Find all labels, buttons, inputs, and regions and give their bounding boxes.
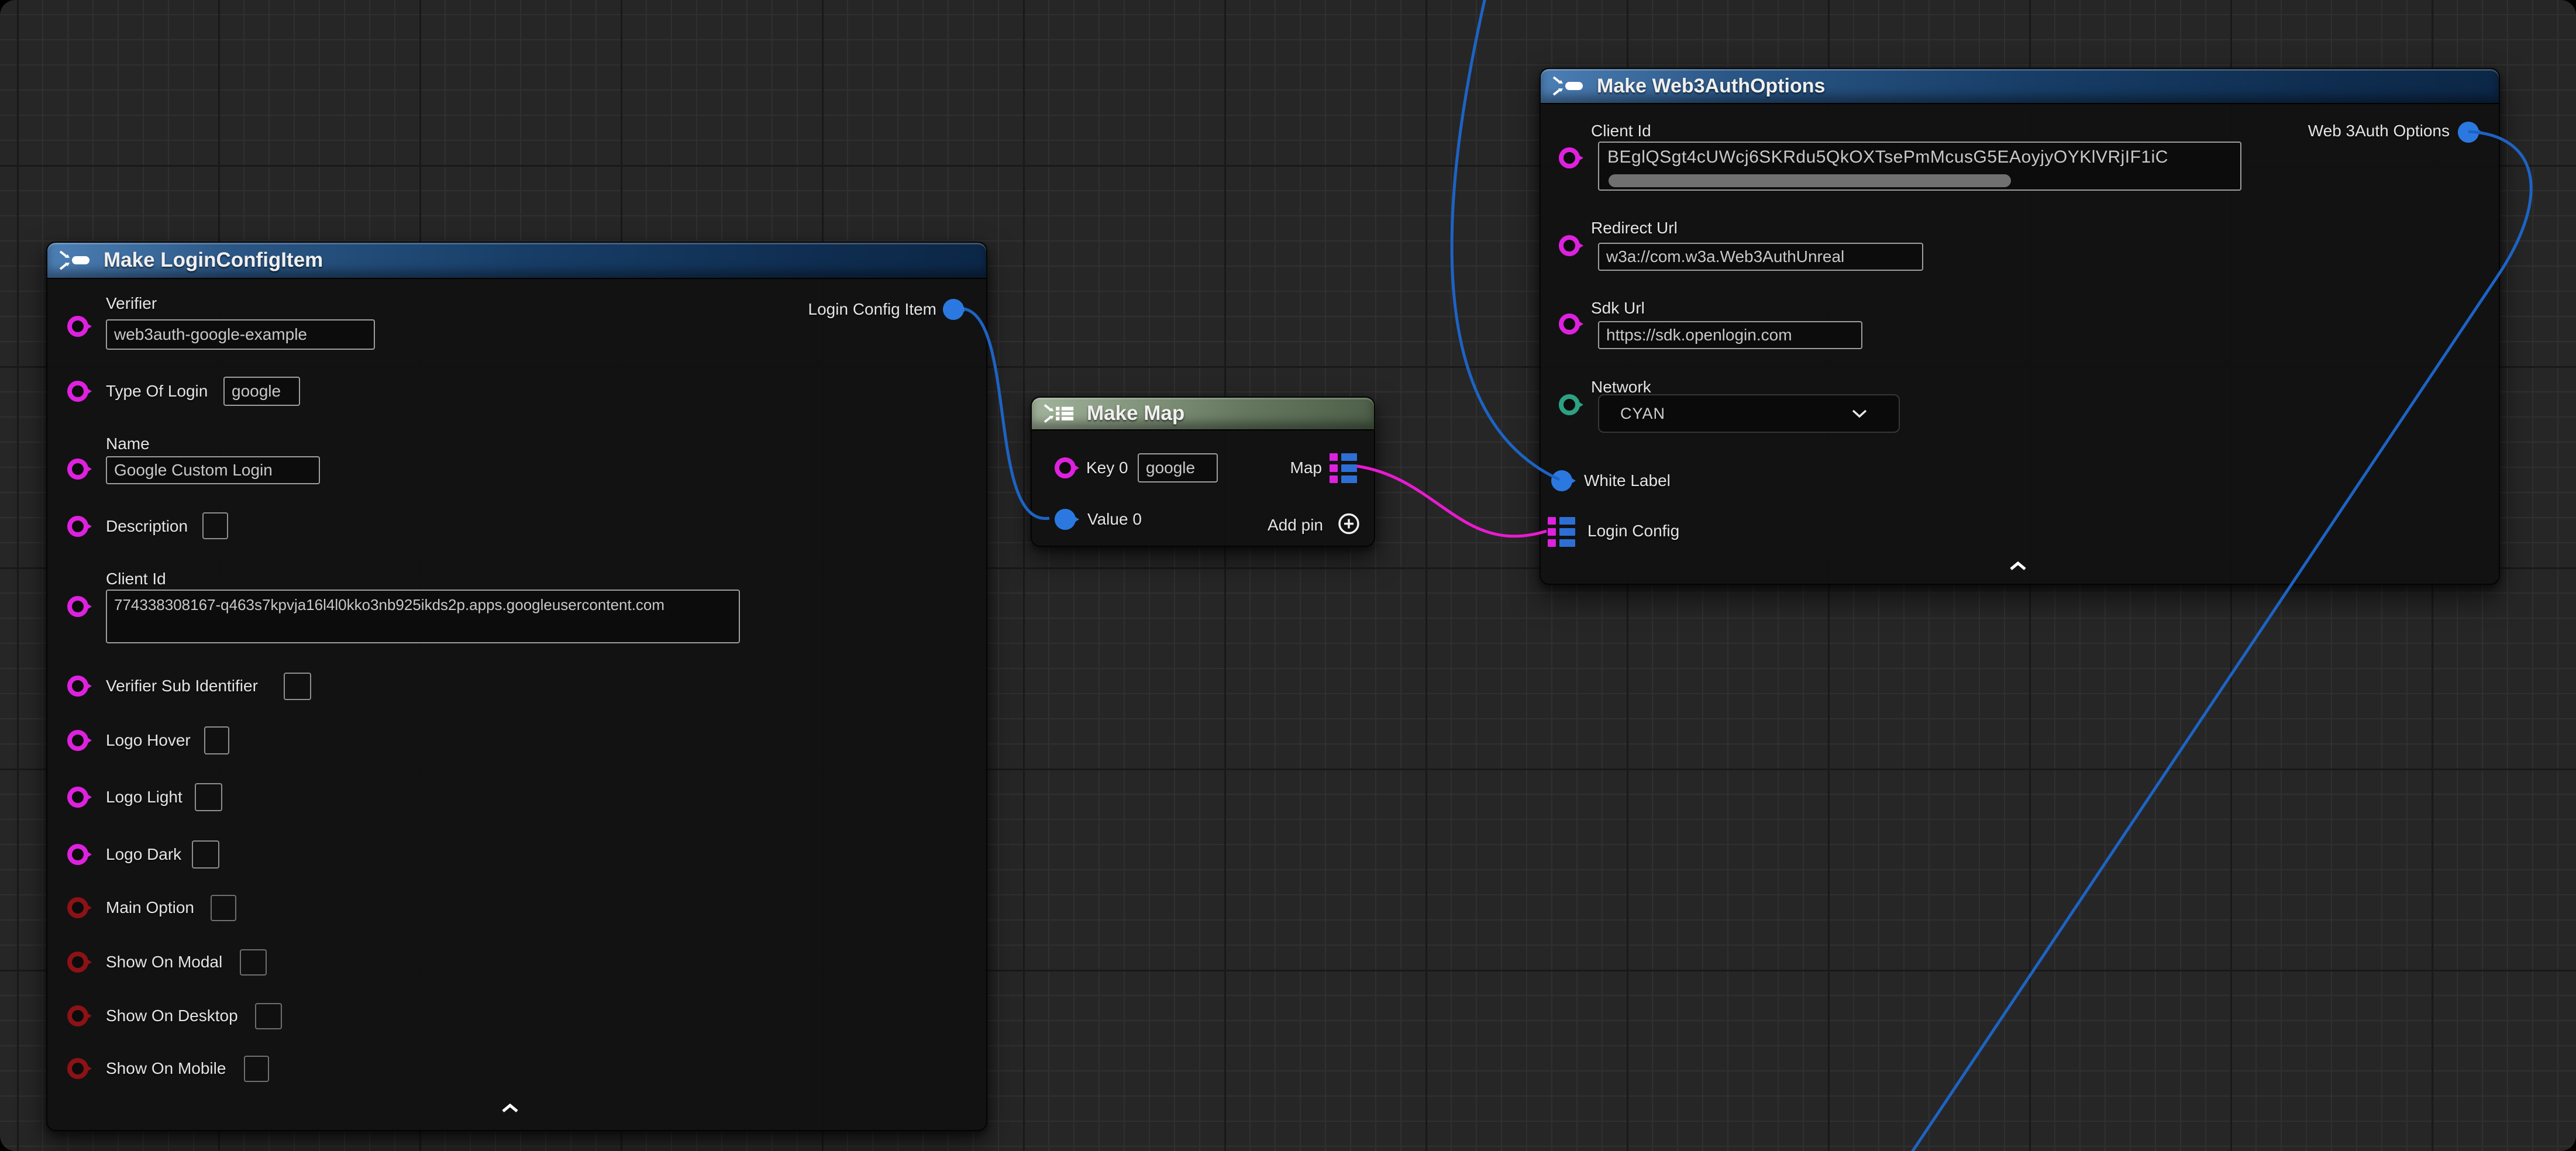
pin-label-verifier: Verifier [106,294,157,313]
pin-logo-dark[interactable] [67,844,88,865]
pin-label-logo-light: Logo Light [106,788,182,807]
verifier-sub-identifier-input[interactable] [284,673,311,700]
add-pin-button[interactable] [1337,512,1361,539]
make-struct-icon [1552,75,1585,97]
show-on-desktop-checkbox[interactable] [255,1003,282,1029]
client-id-text: BEglQSgt4cUWcj6SKRdu5QkOXTsePmMcusG5EAoy… [1607,147,2168,167]
blueprint-editor-screenshot: Make LoginConfigItem Login Config Item V… [0,0,2576,1151]
logo-light-input[interactable] [195,783,222,811]
client-id-input[interactable]: BEglQSgt4cUWcj6SKRdu5QkOXTsePmMcusG5EAoy… [1598,142,2241,191]
key-0-input[interactable]: google [1138,453,1218,483]
pin-show-on-modal[interactable] [67,952,88,973]
pin-label-value-0: Value 0 [1087,510,1142,529]
node-title: Make Web3AuthOptions [1597,75,1825,98]
pin-label-main-option: Main Option [106,898,194,917]
pin-label-white-label: White Label [1584,471,1671,490]
pin-client-id[interactable] [67,596,88,617]
make-map-icon [1044,402,1075,425]
node-make-loginconfigitem[interactable]: Make LoginConfigItem Login Config Item V… [46,242,987,1131]
output-label-login-config-item: Login Config Item [808,300,936,319]
pin-description[interactable] [67,516,88,537]
pin-name[interactable] [67,459,88,480]
blueprint-graph-canvas[interactable]: Make LoginConfigItem Login Config Item V… [0,0,2576,1151]
pin-redirect-url[interactable] [1559,235,1580,256]
pin-verifier[interactable] [67,316,88,337]
name-input[interactable]: Google Custom Login [106,456,320,484]
chevron-down-icon [1851,408,1868,419]
client-id-input[interactable]: 774338308167-q463s7kpvja16l4l0kko3nb925i… [106,590,740,643]
pin-show-on-desktop[interactable] [67,1005,88,1026]
logo-hover-input[interactable] [204,726,229,754]
make-struct-icon [59,249,92,271]
pin-login-config-item-output[interactable] [943,299,964,320]
output-label-web3auth-options: Web 3Auth Options [2308,122,2450,140]
pin-sdk-url[interactable] [1559,313,1580,335]
plus-circle-icon [1337,512,1361,536]
network-dropdown[interactable]: CYAN [1598,394,1900,433]
pin-web3auth-options-output[interactable] [2458,122,2479,143]
pin-map-output[interactable] [1330,453,1357,484]
pin-label-client-id: Client Id [1591,122,1651,140]
node-make-map[interactable]: Make Map Key 0 google Map Value 0 Add pi… [1031,397,1375,547]
node-header-make-loginconfigitem[interactable]: Make LoginConfigItem [46,242,987,279]
pin-label-key-0: Key 0 [1086,459,1128,477]
sdk-url-input[interactable]: https://sdk.openlogin.com [1598,321,1862,349]
pin-label-verifier-sub-identifier: Verifier Sub Identifier [106,677,258,695]
pin-network[interactable] [1559,394,1580,415]
pin-logo-light[interactable] [67,787,88,808]
pin-label-show-on-desktop: Show On Desktop [106,1007,238,1025]
pin-label-login-config: Login Config [1587,522,1679,540]
pin-client-id[interactable] [1559,147,1580,168]
pin-label-map-output: Map [1290,459,1322,477]
pin-verifier-sub-identifier[interactable] [67,676,88,697]
pin-label-name: Name [106,435,150,453]
add-pin-label: Add pin [1268,516,1323,535]
pin-key-0[interactable] [1055,457,1076,478]
pin-login-config[interactable] [1548,517,1575,547]
pin-label-description: Description [106,517,188,536]
main-option-checkbox[interactable] [211,895,236,921]
node-title: Make LoginConfigItem [104,249,323,272]
node-header-make-web3authoptions[interactable]: Make Web3AuthOptions [1540,68,2500,104]
chevron-up-icon [2009,561,2027,571]
node-make-web3authoptions[interactable]: Make Web3AuthOptions Web 3Auth Options C… [1540,68,2500,585]
logo-dark-input[interactable] [192,840,219,869]
show-on-modal-checkbox[interactable] [240,949,267,976]
type-of-login-input[interactable]: google [223,377,300,406]
pin-label-logo-hover: Logo Hover [106,731,191,750]
collapse-node-button[interactable] [501,1104,519,1116]
redirect-url-input[interactable]: w3a://com.w3a.Web3AuthUnreal [1598,243,1923,271]
pin-type-of-login[interactable] [67,381,88,402]
network-selected-value: CYAN [1620,405,1665,423]
node-header-make-map[interactable]: Make Map [1031,397,1375,430]
pin-show-on-mobile[interactable] [67,1058,88,1079]
show-on-mobile-checkbox[interactable] [244,1056,269,1082]
pin-label-redirect-url: Redirect Url [1591,219,1678,237]
chevron-up-icon [501,1104,519,1113]
horizontal-scrollbar[interactable] [1609,174,2011,187]
pin-white-label[interactable] [1551,470,1572,491]
pin-label-show-on-mobile: Show On Mobile [106,1059,226,1078]
pin-label-show-on-modal: Show On Modal [106,953,222,971]
wire-map-to-login-config [1357,466,1547,536]
verifier-input[interactable]: web3auth-google-example [106,319,375,350]
description-input[interactable] [202,512,228,539]
pin-main-option[interactable] [67,897,88,918]
pin-label-logo-dark: Logo Dark [106,845,181,864]
pin-label-sdk-url: Sdk Url [1591,299,1645,318]
pin-label-client-id: Client Id [106,570,166,588]
pin-label-type-of-login: Type Of Login [106,382,208,401]
node-title: Make Map [1087,402,1184,425]
pin-value-0[interactable] [1055,509,1076,530]
pin-logo-hover[interactable] [67,730,88,751]
collapse-node-button[interactable] [2009,561,2027,574]
